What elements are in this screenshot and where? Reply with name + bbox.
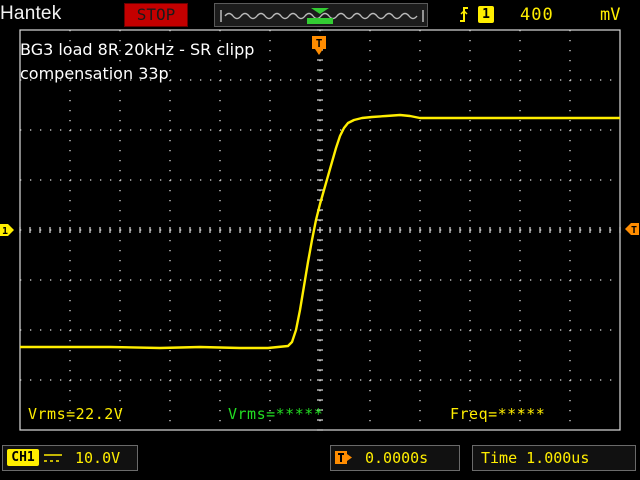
run-stop-button[interactable]: STOP <box>124 3 188 27</box>
trigger-position-marker[interactable]: T <box>311 35 327 59</box>
oscilloscope-screen: Hantek STOP 1 400 mV T 1 T BG3 load 8R 2… <box>0 0 640 480</box>
grid-lines <box>19 29 621 431</box>
measurement-vrms-ch2: Vrms=***** <box>228 405 324 423</box>
dc-coupling-icon <box>44 454 62 462</box>
trigger-level-value: 400 <box>520 5 554 25</box>
brand-logo: Hantek <box>0 3 62 24</box>
horizontal-position[interactable]: 0.0000s <box>330 445 460 471</box>
ch1-volts-per-div: 10.0V <box>75 449 121 467</box>
memory-waveform-icon <box>220 8 424 24</box>
ch1-settings[interactable]: CH1 10.0V <box>2 445 138 471</box>
trigger-level-unit: mV <box>600 5 621 25</box>
note-line-1: BG3 load 8R 20kHz - SR clipp <box>20 40 255 59</box>
trigger-settings[interactable]: 1 400 mV <box>448 3 636 27</box>
trigger-source-badge: 1 <box>478 6 494 23</box>
measurement-vrms-ch1: Vrms=22.2V <box>28 405 124 423</box>
ch1-badge: CH1 <box>7 449 39 466</box>
timebase-settings[interactable]: Time 1.000us <box>472 445 636 471</box>
trigger-level-marker[interactable]: T <box>625 221 640 237</box>
trigger-marker-label: T <box>316 37 323 50</box>
ch1-ground-marker[interactable]: 1 <box>0 222 16 238</box>
trigger-position-icon <box>335 451 352 464</box>
timebase-value: Time 1.000us <box>481 449 590 467</box>
memory-position-bar[interactable] <box>214 3 428 27</box>
trigger-position-value: 0.0000s <box>365 449 429 467</box>
trigger-level-marker-label: T <box>631 225 637 236</box>
rising-edge-icon <box>460 7 468 22</box>
ch1-marker-label: 1 <box>2 226 8 237</box>
measurement-frequency: Freq=***** <box>450 405 546 423</box>
note-line-2: compensation 33p <box>20 64 169 83</box>
